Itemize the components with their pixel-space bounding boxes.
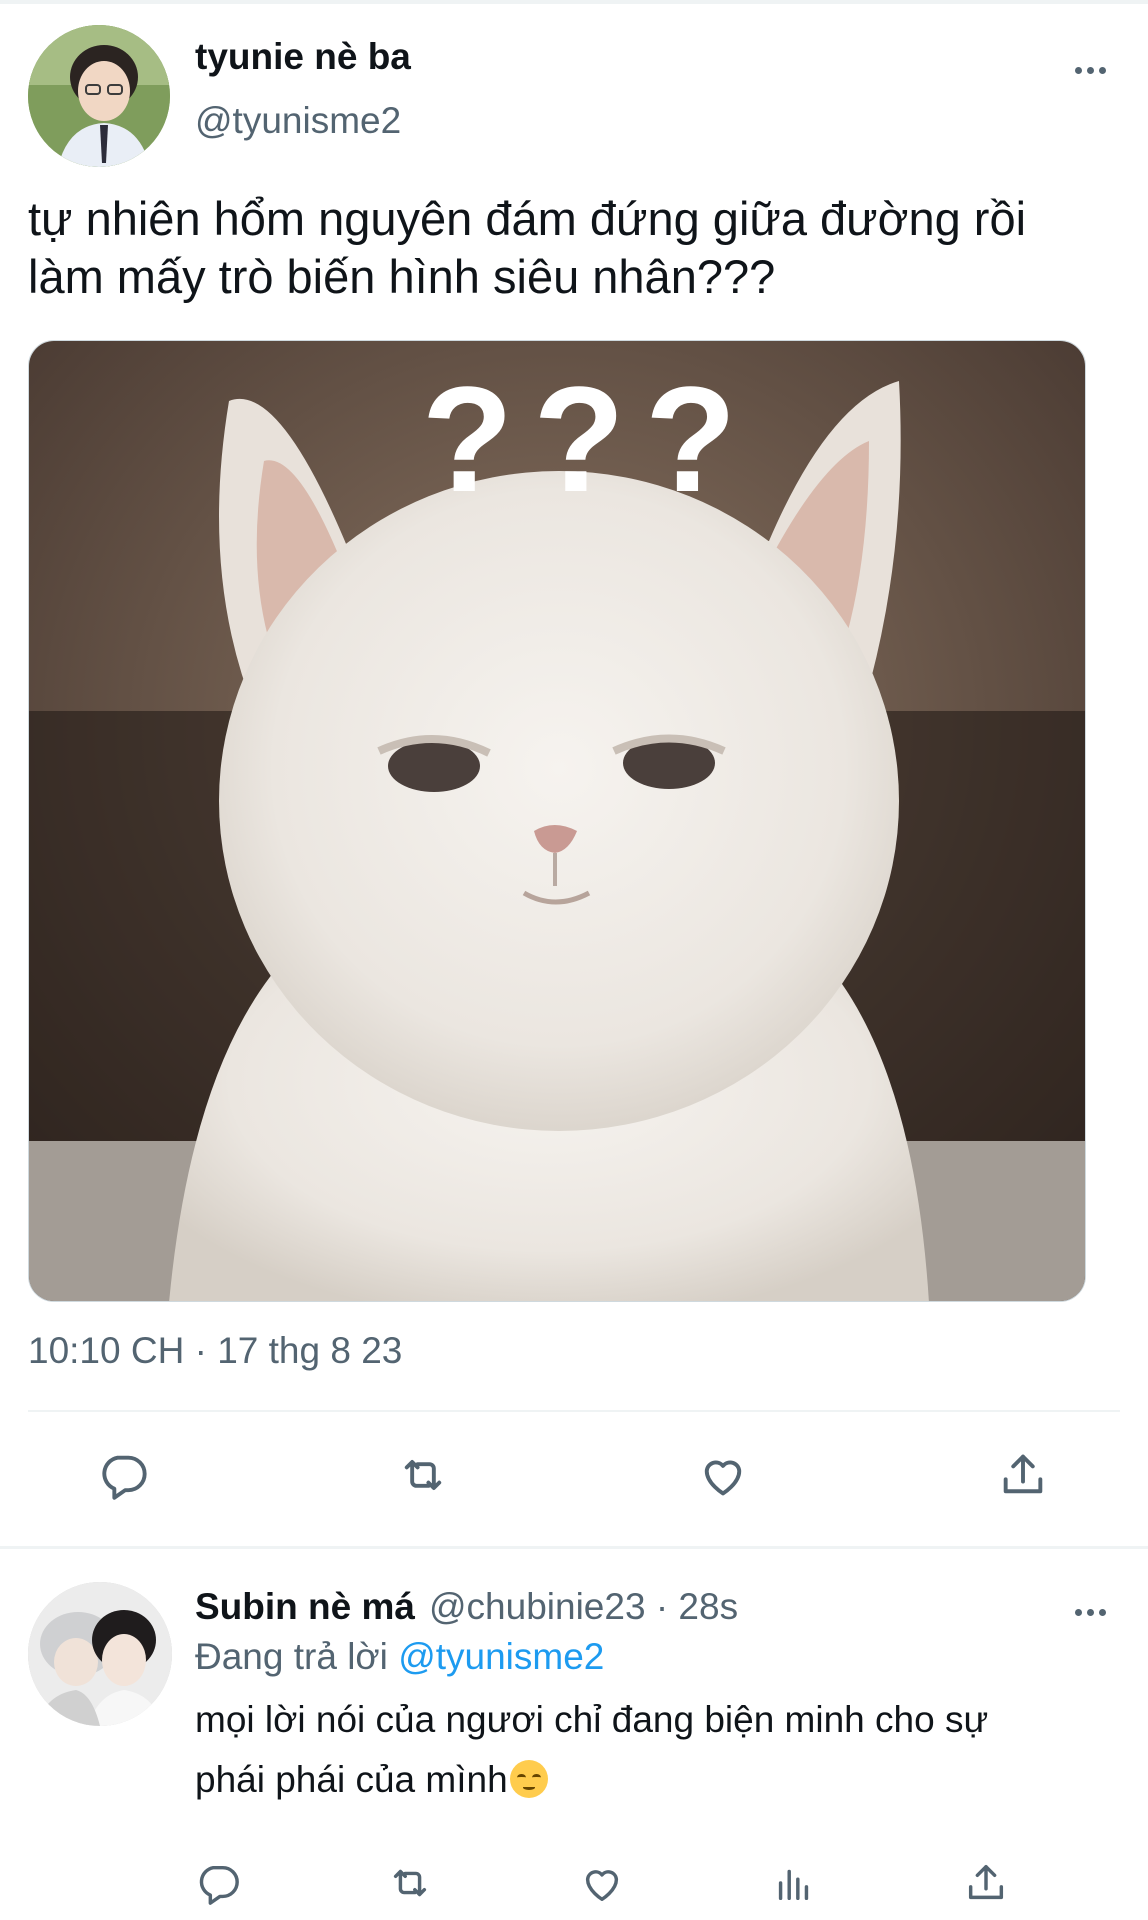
author-avatar[interactable] xyxy=(28,25,170,167)
question-marks-overlay: ??? xyxy=(422,355,757,523)
replying-to-mention[interactable]: @tyunisme2 xyxy=(398,1636,604,1677)
share-icon[interactable] xyxy=(958,1855,1014,1911)
reply-time: · 28s xyxy=(655,1586,739,1627)
like-icon[interactable] xyxy=(574,1855,630,1911)
tweet-timestamp[interactable]: 10:10 CH · 17 thg 8 23 xyxy=(28,1330,402,1372)
main-tweet: tyunie nè ba @tyunisme2 tự nhiên hổm ngu… xyxy=(0,0,1148,1549)
reply-author-name[interactable]: Subin nè má xyxy=(195,1586,415,1627)
share-icon[interactable] xyxy=(988,1440,1058,1510)
reply-tweet[interactable]: Subin nè má @chubinie23 · 28s Đang trả lờ… xyxy=(0,1560,1148,1920)
reply-icon[interactable] xyxy=(88,1440,158,1510)
retweet-icon[interactable] xyxy=(388,1440,458,1510)
replying-to-label: Đang trả lời xyxy=(195,1636,388,1677)
reply-author-avatar[interactable] xyxy=(28,1582,172,1726)
retweet-icon[interactable] xyxy=(382,1855,438,1911)
replying-to: Đang trả lời @tyunisme2 xyxy=(195,1636,604,1678)
tweet-action-bar xyxy=(0,1440,1148,1520)
divider xyxy=(0,1546,1148,1549)
views-icon[interactable] xyxy=(766,1855,822,1911)
reply-text-content: mọi lời nói của ngươi chỉ đang biện minh… xyxy=(195,1699,989,1800)
reply-header: Subin nè má @chubinie23 · 28s xyxy=(195,1586,738,1628)
reply-text: mọi lời nói của ngươi chỉ đang biện minh… xyxy=(195,1690,1095,1810)
tweet-text: tự nhiên hổm nguyên đám đứng giữa đường … xyxy=(28,192,1027,303)
tweet-image[interactable]: ??? xyxy=(28,340,1086,1302)
reply-author-handle[interactable]: @chubinie23 xyxy=(429,1586,646,1627)
divider xyxy=(28,1410,1120,1412)
author-name[interactable]: tyunie nè ba xyxy=(195,36,411,78)
more-options-icon[interactable] xyxy=(1068,1592,1112,1632)
relieved-face-emoji-icon xyxy=(509,1760,548,1798)
reply-icon[interactable] xyxy=(190,1855,246,1911)
reply-action-bar xyxy=(0,1855,1148,1915)
more-options-icon[interactable] xyxy=(1068,50,1112,90)
like-icon[interactable] xyxy=(688,1440,758,1510)
author-handle[interactable]: @tyunisme2 xyxy=(195,100,401,142)
